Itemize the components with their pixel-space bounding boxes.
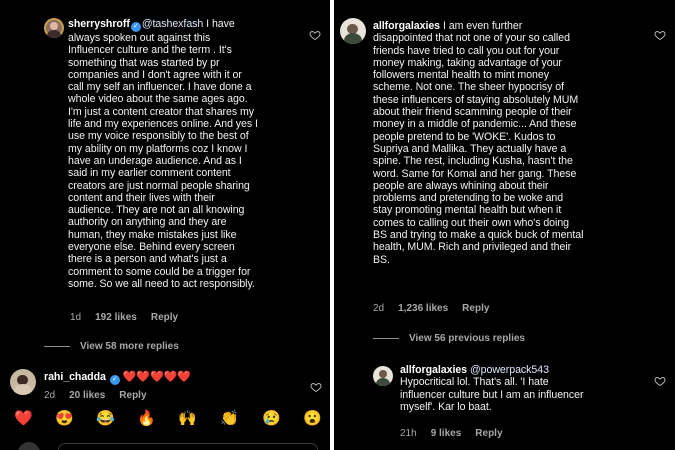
left-screenshot-panel: sherryshroff ✓ @tashexfash I have always s… [0,0,330,450]
comment-username[interactable]: allforgalaxies [373,20,440,32]
view-previous-label: View 56 previous replies [409,333,525,344]
comment-text-line: always spoken out against this [68,32,211,44]
verified-badge-icon: ✓ [130,22,141,32]
emoji-surprised[interactable]: 😮 [303,410,322,428]
comment-text-line: Influencer culture and the term . It's [68,44,232,57]
comment-text-line: BS. [373,253,390,266]
likes-count[interactable]: 1,236 likes [398,303,448,314]
emoji-laughing[interactable]: 😂 [96,410,115,428]
comment-text-line: comment to some could be a trigger for [68,265,251,278]
hearts-emoji-text: ❤️❤️❤️❤️❤️ [122,371,191,383]
comment-text-line: creators are just normal people sharing [68,179,250,192]
emoji-fire[interactable]: 🔥 [137,410,156,428]
comment-text-line: BS and trying to make a quick buck of me… [373,229,584,242]
comment-text-line: Supriya and Mallika. They actually have … [373,142,567,155]
comment-username[interactable]: rahi_chadda [44,371,106,383]
comment-text-line: companies and I don't agree with it or [68,68,242,81]
comment-timestamp: 2d [373,303,385,314]
like-heart-icon[interactable] [654,374,666,387]
comment-text-line: followers mental health to mint money [373,69,549,82]
reply-button[interactable]: Reply [151,312,178,323]
comment-sherryshroff: sherryshroff ✓ @tashexfash I have always s… [68,18,308,290]
comment-text-line: my ability on my platforms coz I know I [68,142,248,155]
comment-text-line: problems and pretending to be woke and [373,192,564,205]
comment-text-line: myself'. Kar lo baat. [400,400,492,413]
comment-username[interactable]: allforgalaxies [400,364,467,376]
comment-text-line: authority on anything and they are [68,216,227,229]
view-more-replies-button[interactable]: View 58 more replies [44,341,179,352]
comment-text-line: spine. The rest, including Kusha, hasn't… [373,155,573,168]
comment-text-line: about their friend scamming people of th… [373,106,572,119]
comment-text-line: money in a middle of pandemic... And the… [373,118,577,131]
comment-text-line: influencer culture but I am an influence… [400,388,584,401]
comment-meta: 1d 192 likes Reply [70,312,192,323]
comment-username[interactable]: sherryshroff [68,18,130,30]
avatar[interactable] [340,18,366,44]
comment-text-line: whole video about the same ages ago. [68,93,248,106]
comment-text-line: people pretend to be 'WOKE'. Kudos to [373,130,556,143]
like-heart-icon[interactable] [309,28,321,41]
emoji-raised-hands[interactable]: 🙌 [178,410,197,428]
comment-rahi-chadda: rahi_chadda ✓ ❤️❤️❤️❤️❤️ [44,371,284,385]
divider [373,338,399,339]
view-previous-replies-button[interactable]: View 56 previous replies [373,333,525,344]
comment-text-line: audience. They are not an all knowing [68,204,245,217]
like-heart-icon[interactable] [310,380,322,393]
emoji-heart-eyes[interactable]: 😍 [55,410,74,428]
comment-text-line: health, MUM. Rich and privileged and the… [373,241,572,254]
comment-text-line: human, they make mistakes just like [68,228,237,241]
comment-text-line: Hypocritical lol. That's all. 'I hate [400,376,549,389]
comment-timestamp: 1d [70,312,82,323]
comment-text-line: disappointed that not one of your so cal… [373,32,570,45]
comment-text-line: word. Same for Komal and her gang. These [373,167,577,180]
comment-text-line: comes to calling out their own who's doi… [373,216,570,229]
avatar[interactable] [10,369,36,395]
comment-text-line: use my voice responsibly to the best of [68,130,249,143]
comment-text-line: I'm just a content creator that shares m… [68,105,255,118]
comment-text-line: life and my experiences online. And yes … [68,118,258,131]
verified-badge-icon: ✓ [109,375,120,385]
likes-count[interactable]: 192 likes [95,312,137,323]
comment-meta: 2d 1,236 likes Reply [373,303,503,314]
comment-text-line: I have [206,18,235,30]
reply-button[interactable]: Reply [462,303,489,314]
comment-allforgalaxies-reply: allforgalaxies @powerpack543 Hypocritica… [400,364,640,413]
comment-text-line: said in my earlier comment content [68,167,231,180]
comment-text-line: these influencers of staying absolutely … [373,93,579,106]
comment-meta: 21h 9 likes Reply [400,428,517,439]
comment-allforgalaxies: allforgalaxies I am even further disappo… [373,20,645,266]
comment-text-line: I am even further [442,20,523,32]
like-heart-icon[interactable] [654,28,666,41]
avatar[interactable] [44,18,64,38]
likes-count[interactable]: 9 likes [431,428,462,439]
emoji-clapping[interactable]: 👏 [220,410,239,428]
mention-link[interactable]: @powerpack543 [470,364,549,376]
comment-text-line: everyone else. Behind every screen [68,241,235,254]
comment-text-line: content and their lives with their [68,191,215,204]
emoji-heart[interactable]: ❤️ [14,410,33,428]
mention-link[interactable]: @tashexfash [142,18,204,30]
divider [44,346,70,347]
comment-text-line: have an underage audience. And as I [68,154,242,167]
avatar[interactable] [373,366,393,386]
emoji-crying[interactable]: 😢 [262,410,281,428]
comment-text-line: friends have tried to call you out for y… [373,44,560,57]
comment-timestamp: 21h [400,428,417,439]
comment-text-line: scheme. Not one. The sheer hypocrisy of [373,81,564,94]
current-user-avatar [18,442,40,450]
emoji-reaction-bar: ❤️ 😍 😂 🔥 🙌 👏 😢 😮 [0,400,330,432]
comment-text-line: people are always whining about their [373,179,549,192]
comment-text-line: money making, taking advantage of your [373,56,562,69]
view-more-label: View 58 more replies [80,341,179,352]
comment-text-line: something that was started by pr [68,56,220,69]
comment-text-line: some. So we all need to act responsibly. [68,277,255,290]
comment-text-line: stay promoting mental health but when it [373,204,562,217]
comment-text-line: call my self an influencer. I have done … [68,81,252,94]
reply-button[interactable]: Reply [475,428,502,439]
comment-text-line: there is a person and what's just a [68,253,227,266]
comment-input[interactable] [58,443,318,450]
right-screenshot-panel: allforgalaxies I am even further disappo… [334,0,675,450]
